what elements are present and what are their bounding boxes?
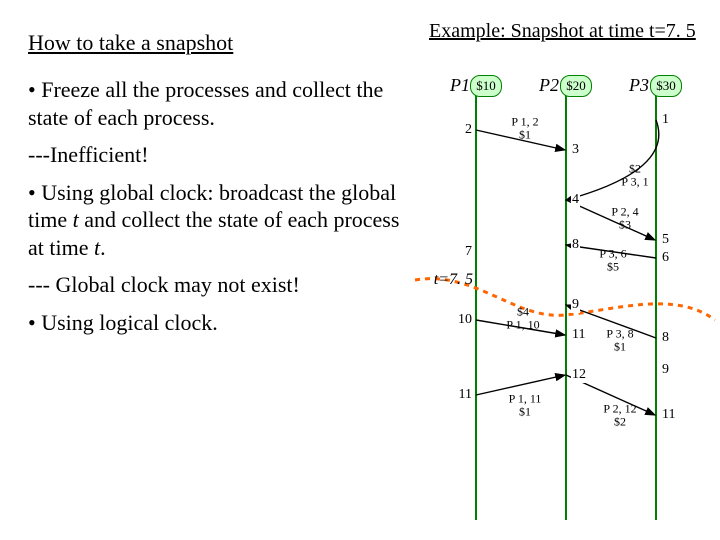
- t75-label: t=7. 5: [434, 271, 473, 289]
- left-column: How to take a snapshot • Freeze all the …: [28, 30, 408, 346]
- p2-tick-3: 3: [571, 142, 580, 158]
- gc-end: .: [100, 235, 106, 260]
- msg-p2-12: P 2, 12$2: [603, 402, 636, 427]
- p3-tick-6: 6: [661, 250, 670, 266]
- p3-tick-5: 5: [661, 232, 670, 248]
- bullet-global-clock: • Using global clock: broadcast the glob…: [28, 179, 408, 262]
- msg-p1-11: P 1, 11$1: [509, 392, 542, 417]
- bullet-logical-clock: • Using logical clock.: [28, 309, 408, 337]
- msg-p3-1: $2P 3, 1: [621, 162, 648, 187]
- msg-p3-6: P 3, 6$5: [599, 247, 626, 272]
- p1-tick-11: 11: [458, 387, 473, 403]
- msg-p1-10: $4P 1, 10: [506, 305, 539, 330]
- p3-tick-9: 9: [661, 362, 670, 378]
- left-title: How to take a snapshot: [28, 30, 408, 56]
- gc-b: and collect the state of each process at…: [28, 207, 399, 260]
- p1-tick-2: 2: [464, 122, 473, 138]
- p3-tick-1: 1: [661, 112, 670, 128]
- p1-tick-10: 10: [457, 312, 473, 328]
- p1-tick-7: 7: [464, 244, 473, 260]
- note-no-clock: --- Global clock may not exist!: [28, 271, 408, 299]
- msg-p3-8: P 3, 8$1: [606, 327, 633, 352]
- msg-p2-4: P 2, 4$3: [611, 205, 638, 230]
- p3-tick-11: 11: [661, 407, 676, 423]
- diagram: Example: Snapshot at time t=7. 5 P1 P2 P…: [415, 20, 715, 520]
- bullet-freeze: • Freeze all the processes and collect t…: [28, 76, 408, 131]
- arrows-svg: [415, 20, 715, 520]
- p2-tick-8: 8: [571, 237, 580, 253]
- p3-tick-8: 8: [661, 330, 670, 346]
- p2-tick-11: 11: [571, 327, 586, 343]
- msg-p1-2: P 1, 2$1: [511, 115, 538, 140]
- p2-tick-4: 4: [571, 192, 580, 208]
- p2-tick-9: 9: [571, 297, 580, 313]
- p2-tick-12: 12: [571, 367, 587, 383]
- note-inefficient: ---Inefficient!: [28, 141, 408, 169]
- slide: How to take a snapshot • Freeze all the …: [0, 0, 720, 540]
